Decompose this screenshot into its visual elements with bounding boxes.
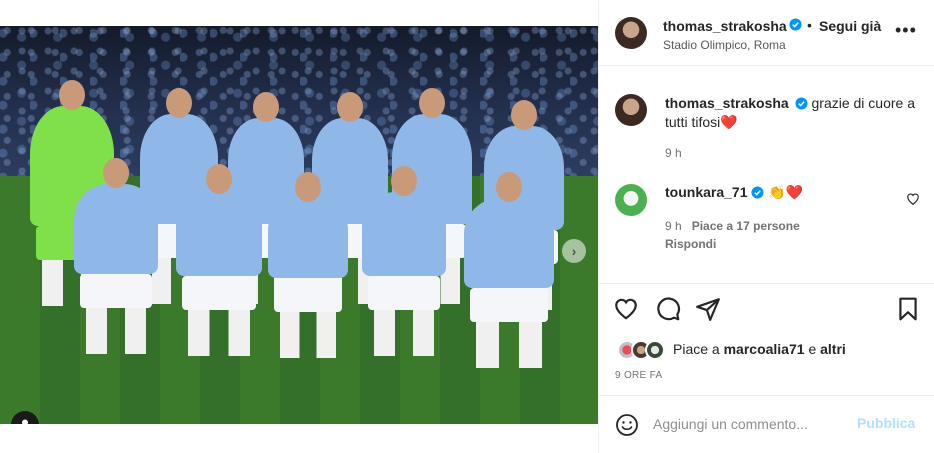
author-avatar[interactable] xyxy=(615,17,647,49)
verified-badge-icon xyxy=(751,186,764,199)
more-options-button[interactable]: ••• xyxy=(895,21,917,39)
comment-avatar[interactable] xyxy=(615,94,647,126)
reply-button[interactable]: Rispondi xyxy=(665,237,716,251)
likers-avatars[interactable] xyxy=(617,340,669,362)
post-photo[interactable]: › xyxy=(0,26,598,424)
liked-by-user[interactable]: marcoalia71 xyxy=(724,341,805,357)
post-actions: Piace a marcoalia71 e altri 9 ORE FA xyxy=(599,283,934,395)
liker-avatar xyxy=(645,340,665,360)
comment-meta: 9 h Piace a 17 persone xyxy=(665,219,800,233)
liked-by-prefix: Piace a xyxy=(673,341,720,357)
post-sidebar: thomas_strakosha • Segui già Stadio Olim… xyxy=(598,0,934,453)
liked-by-summary: Piace a marcoalia71 e altri xyxy=(673,341,846,357)
comment-likes[interactable]: Piace a 17 persone xyxy=(692,219,800,233)
comment-composer: Pubblica xyxy=(599,395,934,453)
post-timestamp[interactable]: 9 ORE FA xyxy=(615,370,662,381)
player-figure xyxy=(362,166,446,356)
player-figure xyxy=(176,164,262,356)
comment-time[interactable]: 9 h xyxy=(665,219,682,233)
post-location[interactable]: Stadio Olimpico, Roma xyxy=(663,38,786,52)
comment-username[interactable]: thomas_strakosha xyxy=(665,95,789,111)
comments-section: thomas_strakosha grazie di cuore a tutti… xyxy=(599,66,934,283)
post-header: thomas_strakosha • Segui già Stadio Olim… xyxy=(599,0,934,66)
save-bookmark-icon[interactable] xyxy=(895,296,921,322)
liked-by-suffix: e xyxy=(808,341,817,357)
heart-outline-icon[interactable] xyxy=(906,192,920,206)
verified-badge-icon xyxy=(795,97,808,110)
emoji-smiley-icon[interactable] xyxy=(615,413,639,437)
author-username[interactable]: thomas_strakosha xyxy=(663,18,787,34)
player-figure xyxy=(464,172,554,368)
like-heart-icon[interactable] xyxy=(613,296,639,322)
carousel-next-button[interactable]: › xyxy=(562,239,586,263)
following-button[interactable]: Segui già xyxy=(819,18,881,34)
heart-emoji: ❤️ xyxy=(720,114,738,130)
player-figure xyxy=(268,172,348,358)
comment-item: tounkara_71 👏❤️ xyxy=(665,184,803,201)
liked-by-others[interactable]: altri xyxy=(820,341,846,357)
publish-button[interactable]: Pubblica xyxy=(857,415,915,431)
user-icon xyxy=(22,419,28,424)
header-separator: • xyxy=(807,17,812,33)
comment-text: 👏❤️ xyxy=(768,184,804,200)
share-paper-plane-icon[interactable] xyxy=(695,296,721,322)
comment-input[interactable] xyxy=(653,413,853,435)
comment-time[interactable]: 9 h xyxy=(665,146,682,160)
verified-badge-icon xyxy=(789,18,802,31)
caption-comment: thomas_strakosha grazie di cuore a tutti… xyxy=(665,94,919,132)
comment-username[interactable]: tounkara_71 xyxy=(665,184,747,200)
player-figure xyxy=(74,158,158,354)
comment-bubble-icon[interactable] xyxy=(655,296,681,322)
comment-avatar[interactable] xyxy=(615,184,647,216)
